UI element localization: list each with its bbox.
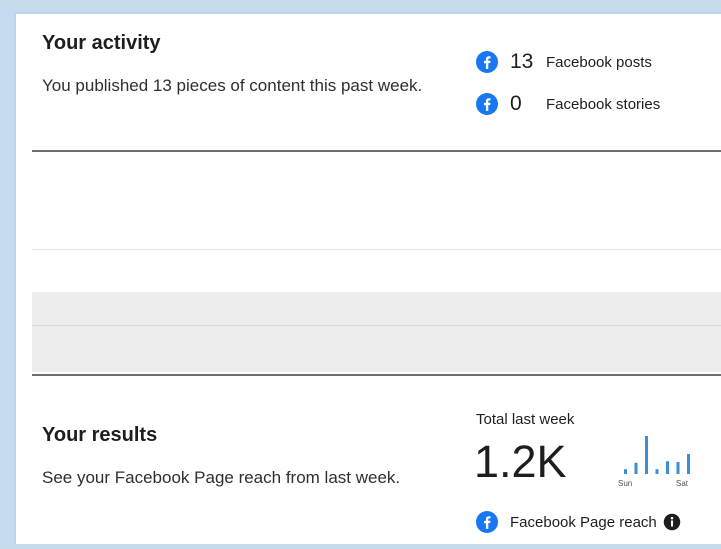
results-section: Your results See your Facebook Page reac… — [16, 376, 721, 544]
activity-description: You published 13 pieces of content this … — [42, 76, 423, 95]
divider — [32, 249, 721, 250]
facebook-page-reach[interactable]: Facebook Page reach — [476, 511, 681, 533]
spark-bar — [634, 462, 638, 474]
content-preview-area — [32, 150, 721, 376]
spark-start-label: Sun — [618, 479, 632, 488]
divider — [32, 325, 721, 326]
facebook-icon — [476, 511, 498, 533]
spark-bar — [666, 461, 669, 474]
activity-title: Your activity — [42, 32, 161, 54]
facebook-stories-label: Facebook stories — [546, 95, 661, 113]
total-reach-value: 1.2K — [474, 436, 567, 487]
info-icon[interactable] — [663, 513, 681, 531]
stat-facebook-stories[interactable]: 0 Facebook stories — [476, 92, 660, 116]
results-description: See your Facebook Page reach from last w… — [42, 468, 401, 487]
placeholder-band — [32, 292, 721, 372]
spark-end-label: Sat — [676, 479, 689, 488]
results-title: Your results — [42, 424, 158, 446]
facebook-page-reach-label: Facebook Page reach — [510, 513, 657, 531]
spark-bar — [687, 454, 690, 474]
facebook-posts-label: Facebook posts — [546, 53, 652, 71]
spark-bar — [645, 436, 648, 474]
facebook-posts-count: 13 — [510, 50, 534, 73]
spark-bar — [624, 469, 627, 474]
activity-section: Your activity You published 13 pieces of… — [16, 14, 721, 154]
spark-bar — [655, 469, 659, 474]
spark-bar — [676, 462, 680, 474]
facebook-icon — [476, 93, 498, 115]
stat-facebook-posts[interactable]: 13 Facebook posts — [476, 50, 652, 74]
reach-sparkline[interactable]: Sun Sat — [606, 428, 696, 490]
insights-card: Your activity You published 13 pieces of… — [14, 12, 721, 544]
facebook-icon — [476, 51, 498, 73]
facebook-stories-count: 0 — [510, 92, 522, 115]
total-last-week-label: Total last week — [476, 411, 575, 428]
